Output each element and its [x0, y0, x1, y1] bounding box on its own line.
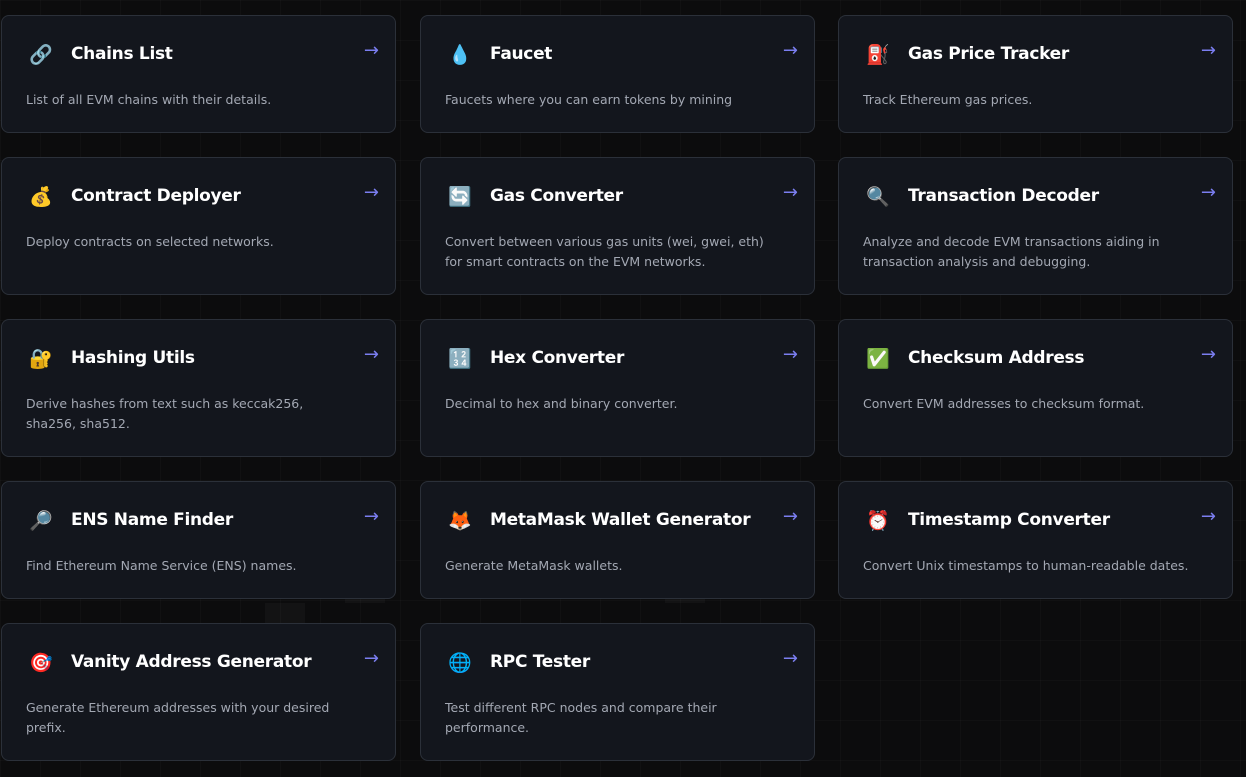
tool-description: Test different RPC nodes and compare the… — [445, 700, 717, 735]
tool-card-transaction-decoder[interactable]: 🔍 Transaction Decoder → Analyze and decode … — [838, 157, 1233, 295]
arrow-right-icon[interactable]: → — [783, 182, 798, 203]
tool-title: RPC Tester — [490, 652, 590, 672]
tool-card-rpc-tester[interactable]: 🌐 RPC Tester → Test different RPC nodes and… — [420, 623, 815, 761]
tool-title: Gas Price Tracker — [908, 44, 1069, 64]
tool-description: Derive hashes from text such as keccak25… — [26, 396, 304, 431]
arrow-right-icon[interactable]: → — [1201, 344, 1216, 365]
lock-key-icon: 🔐 — [29, 347, 53, 370]
tool-card-chains-list[interactable]: 🔗 Chains List → List of all EVM chains with… — [1, 15, 396, 133]
tool-description: Generate MetaMask wallets. — [445, 558, 623, 573]
droplet-icon: 💧 — [448, 43, 472, 66]
tool-description: Generate Ethereum addresses with your de… — [26, 700, 330, 735]
magnifying-glass-icon: 🔍 — [866, 185, 890, 208]
fox-icon: 🦊 — [448, 509, 472, 532]
arrow-right-icon[interactable]: → — [1201, 506, 1216, 527]
tool-description: Deploy contracts on selected networks. — [26, 234, 274, 249]
arrow-right-icon[interactable]: → — [364, 344, 379, 365]
tool-description: List of all EVM chains with their detail… — [26, 92, 272, 107]
alarm-clock-icon: ⏰ — [866, 509, 890, 532]
tool-description: Convert Unix timestamps to human-readabl… — [863, 558, 1189, 573]
tool-title: MetaMask Wallet Generator — [490, 510, 751, 530]
tool-description: Faucets where you can earn tokens by min… — [445, 92, 733, 107]
money-bag-icon: 💰 — [29, 185, 53, 208]
tool-card-ens-name-finder[interactable]: 🔎 ENS Name Finder → Find Ethereum Name Serv… — [1, 481, 396, 599]
tool-title: Contract Deployer — [71, 186, 241, 206]
link-icon: 🔗 — [29, 43, 53, 66]
tool-description: Decimal to hex and binary converter. — [445, 396, 678, 411]
tool-description: Convert between various gas units (wei, … — [445, 234, 764, 269]
arrow-right-icon[interactable]: → — [783, 506, 798, 527]
tool-title: Chains List — [71, 44, 173, 64]
tool-card-gas-price-tracker[interactable]: ⛽ Gas Price Tracker → Track Ethereum gas pr… — [838, 15, 1233, 133]
fuel-pump-icon: ⛽ — [866, 43, 890, 66]
tool-description: Convert EVM addresses to checksum format… — [863, 396, 1145, 411]
magnifying-glass-right-icon: 🔎 — [29, 509, 53, 532]
arrow-right-icon[interactable]: → — [783, 648, 798, 669]
arrow-right-icon[interactable]: → — [364, 648, 379, 669]
tool-title: Gas Converter — [490, 186, 623, 206]
tool-card-checksum-address[interactable]: ✅ Checksum Address → Convert EVM addresses … — [838, 319, 1233, 457]
arrow-right-icon[interactable]: → — [364, 40, 379, 61]
check-mark-icon: ✅ — [866, 347, 890, 370]
arrow-right-icon[interactable]: → — [364, 182, 379, 203]
arrow-right-icon[interactable]: → — [783, 344, 798, 365]
globe-icon: 🌐 — [448, 651, 472, 674]
arrow-right-icon[interactable]: → — [1201, 40, 1216, 61]
target-icon: 🎯 — [29, 651, 53, 674]
arrow-right-icon[interactable]: → — [1201, 182, 1216, 203]
arrow-right-icon[interactable]: → — [783, 40, 798, 61]
tool-title: Hex Converter — [490, 348, 625, 368]
tool-card-timestamp-converter[interactable]: ⏰ Timestamp Converter → Convert Unix timest… — [838, 481, 1233, 599]
tool-description: Analyze and decode EVM transactions aidi… — [863, 234, 1160, 269]
tool-card-metamask-wallet-generator[interactable]: 🦊 MetaMask Wallet Generator → Generate Meta… — [420, 481, 815, 599]
refresh-arrows-icon: 🔄 — [448, 185, 472, 208]
tool-card-hashing-utils[interactable]: 🔐 Hashing Utils → Derive hashes from text s… — [1, 319, 396, 457]
tool-title: Timestamp Converter — [908, 510, 1110, 530]
tool-description: Find Ethereum Name Service (ENS) names. — [26, 558, 297, 573]
tool-card-vanity-address-generator[interactable]: 🎯 Vanity Address Generator → Generate Ether… — [1, 623, 396, 761]
tool-card-hex-converter[interactable]: 🔢 Hex Converter → Decimal to hex and binary… — [420, 319, 815, 457]
arrow-right-icon[interactable]: → — [364, 506, 379, 527]
tool-title: Faucet — [490, 44, 553, 64]
tool-title: Transaction Decoder — [908, 186, 1099, 206]
tool-card-faucet[interactable]: 💧 Faucet → Faucets where you can earn token… — [420, 15, 815, 133]
number-keypad-icon: 🔢 — [448, 347, 472, 370]
tool-card-gas-converter[interactable]: 🔄 Gas Converter → Convert between various g… — [420, 157, 815, 295]
tool-title: Checksum Address — [908, 348, 1085, 368]
tool-card-contract-deployer[interactable]: 💰 Contract Deployer → Deploy contracts on s… — [1, 157, 396, 295]
tool-description: Track Ethereum gas prices. — [863, 92, 1033, 107]
tool-title: Vanity Address Generator — [71, 652, 312, 672]
tool-title: ENS Name Finder — [71, 510, 233, 530]
tool-title: Hashing Utils — [71, 348, 195, 368]
